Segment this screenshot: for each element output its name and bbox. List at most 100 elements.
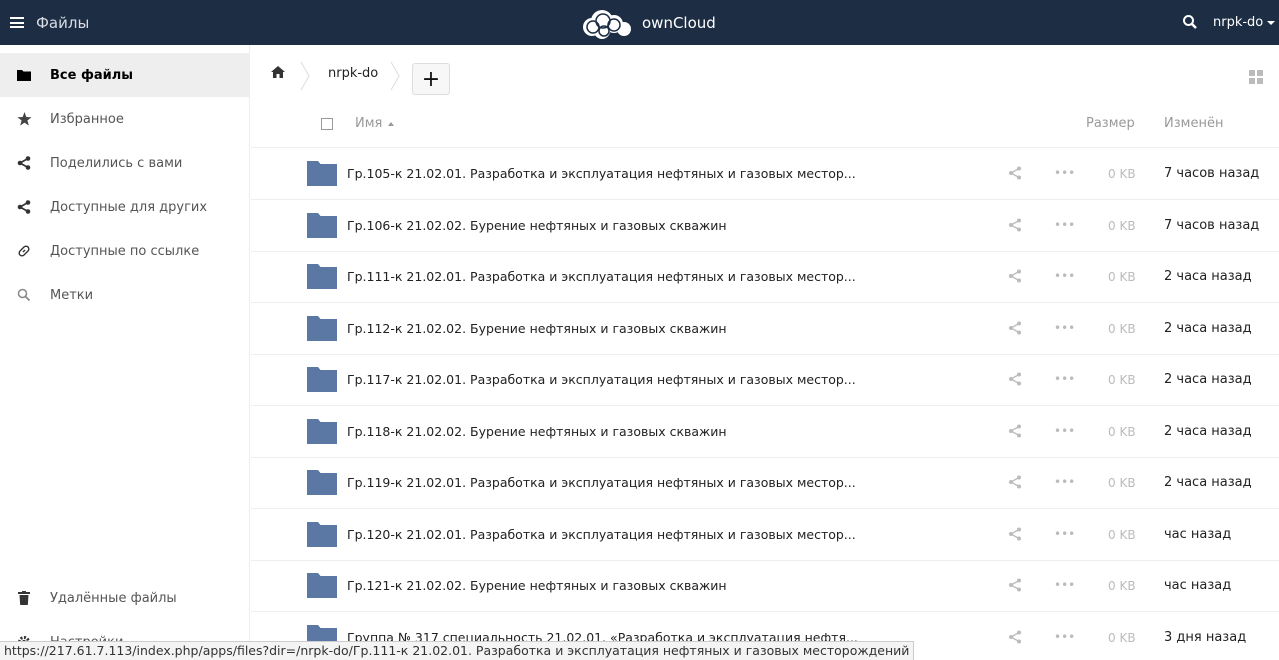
file-name[interactable]: Гр.117-к 21.02.01. Разработка и эксплуат… [347,372,856,387]
folder-icon [307,573,337,598]
grid-view-icon[interactable] [1249,70,1263,84]
file-size: 0 KB [1108,424,1136,439]
file-name[interactable]: Гр.118-к 21.02.02. Бурение нефтяных и га… [347,424,727,439]
breadcrumb-folder[interactable]: nrpk-do [328,66,378,81]
sidebar-item-tags[interactable]: Метки [0,273,250,317]
file-size: 0 KB [1108,321,1136,336]
table-row[interactable]: Гр.121-к 21.02.02. Бурение нефтяных и га… [251,561,1279,612]
column-name-label: Имя [355,116,383,131]
table-row[interactable]: Гр.120-к 21.02.01. Разработка и эксплуат… [251,510,1279,561]
share-icon[interactable] [1008,218,1024,234]
sidebar-item-shared-by-link[interactable]: Доступные по ссылке [0,229,250,273]
share-icon[interactable] [1008,630,1024,646]
more-actions-icon[interactable]: ••• [1054,630,1075,644]
column-size-header[interactable]: Размер [1086,116,1135,131]
file-size: 0 KB [1108,167,1136,181]
file-size: 0 KB [1108,630,1136,645]
status-bar-url: https://217.61.7.113/index.php/apps/file… [0,641,915,660]
folder-icon [307,521,337,547]
file-name[interactable]: Гр.121-к 21.02.02. Бурение нефтяных и га… [347,578,727,593]
more-actions-icon[interactable]: ••• [1054,166,1075,180]
file-modified: 2 часа назад [1164,320,1252,336]
folder-icon [307,264,337,289]
table-row[interactable]: Гр.106-к 21.02.02. Бурение нефтяных и га… [251,201,1279,252]
column-modified-header[interactable]: Изменён [1164,116,1223,131]
file-size: 0 KB [1108,218,1136,233]
user-menu[interactable]: nrpk-do [1213,0,1276,45]
table-row[interactable]: Гр.118-к 21.02.02. Бурение нефтяных и га… [251,407,1279,458]
new-button[interactable]: + [412,63,450,95]
table-row[interactable]: Гр.112-к 21.02.02. Бурение нефтяных и га… [251,304,1279,355]
file-name[interactable]: Гр.119-к 21.02.01. Разработка и эксплуат… [347,475,856,490]
share-icon[interactable] [1008,166,1024,182]
username: nrpk-do [1213,15,1264,30]
share-icon[interactable] [1008,578,1024,594]
table-row[interactable]: Гр.119-к 21.02.01. Разработка и эксплуат… [251,458,1279,509]
share-icon[interactable] [1008,372,1024,388]
sidebar-item-label: Избранное [50,111,124,127]
folder-icon [307,470,337,495]
file-modified: 2 часа назад [1164,475,1252,490]
file-modified: 2 часа назад [1164,269,1252,284]
file-modified: 3 дня назад [1164,629,1247,645]
top-header: Файлы ownCloud nrpk-do [0,0,1279,45]
sidebar-item-all-files[interactable]: Все файлы [0,53,250,97]
owncloud-logo[interactable]: ownCloud [578,7,716,39]
share-icon[interactable] [1008,269,1024,285]
file-size: 0 KB [1108,476,1136,490]
file-name[interactable]: Гр.105-к 21.02.01. Разработка и эксплуат… [347,166,856,181]
table-row[interactable]: Гр.111-к 21.02.01. Разработка и эксплуат… [251,252,1279,303]
folder-icon [307,212,337,238]
column-name-header[interactable]: Имя [355,116,395,131]
folder-icon [16,67,32,83]
sidebar-item-label: Все файлы [50,67,134,83]
select-all-checkbox[interactable] [321,118,333,130]
folder-icon [307,315,337,341]
more-actions-icon[interactable]: ••• [1054,475,1075,489]
file-name[interactable]: Гр.112-к 21.02.02. Бурение нефтяных и га… [347,321,727,336]
sidebar-item-label: Доступные для других [50,199,208,215]
share-icon[interactable] [1008,527,1024,543]
sidebar-item-deleted-files[interactable]: Удалённые файлы [0,576,250,620]
more-actions-icon[interactable]: ••• [1054,372,1075,386]
sidebar-item-label: Метки [50,287,94,303]
more-actions-icon[interactable]: ••• [1054,424,1075,438]
sidebar-item-shared-with-you[interactable]: Поделились с вами [0,141,250,185]
sidebar-item-label: Удалённые файлы [50,590,177,606]
file-name[interactable]: Гр.120-к 21.02.01. Разработка и эксплуат… [347,527,856,542]
sidebar: Все файлы Избранное Поделились с вами До… [0,45,250,660]
more-actions-icon[interactable]: ••• [1054,578,1075,592]
file-modified: 2 часа назад [1164,372,1252,387]
file-table-header: Имя Размер Изменён [251,98,1279,148]
search-icon[interactable] [1182,14,1198,30]
chevron-down-icon [1267,20,1276,25]
file-modified: час назад [1164,526,1232,542]
home-icon[interactable] [271,66,285,82]
share-icon [16,199,32,215]
more-actions-icon[interactable]: ••• [1054,321,1075,335]
file-size: 0 KB [1108,373,1136,387]
breadcrumb-bar: nrpk-do + [251,45,1279,98]
file-modified: 7 часов назад [1164,166,1260,181]
share-icon[interactable] [1008,424,1024,440]
file-modified: 2 часа назад [1164,423,1252,439]
trash-icon [16,590,32,606]
cloud-icon [583,10,631,39]
more-actions-icon[interactable]: ••• [1054,269,1075,283]
search-icon [16,287,32,303]
file-name[interactable]: Гр.111-к 21.02.01. Разработка и эксплуат… [347,269,856,284]
table-row[interactable]: Гр.105-к 21.02.01. Разработка и эксплуат… [251,149,1279,200]
sidebar-item-favorites[interactable]: Избранное [0,97,250,141]
share-icon[interactable] [1008,475,1024,491]
app-name: Файлы [36,13,90,32]
more-actions-icon[interactable]: ••• [1054,527,1075,541]
file-size: 0 KB [1108,270,1136,284]
sidebar-item-shared-with-others[interactable]: Доступные для других [0,185,250,229]
file-modified: час назад [1164,578,1232,593]
file-size: 0 KB [1108,579,1136,593]
file-name[interactable]: Гр.106-к 21.02.02. Бурение нефтяных и га… [347,218,727,233]
table-row[interactable]: Гр.117-к 21.02.01. Разработка и эксплуат… [251,355,1279,406]
app-menu-button[interactable]: Файлы [10,0,89,45]
more-actions-icon[interactable]: ••• [1054,218,1075,232]
share-icon[interactable] [1008,321,1024,337]
